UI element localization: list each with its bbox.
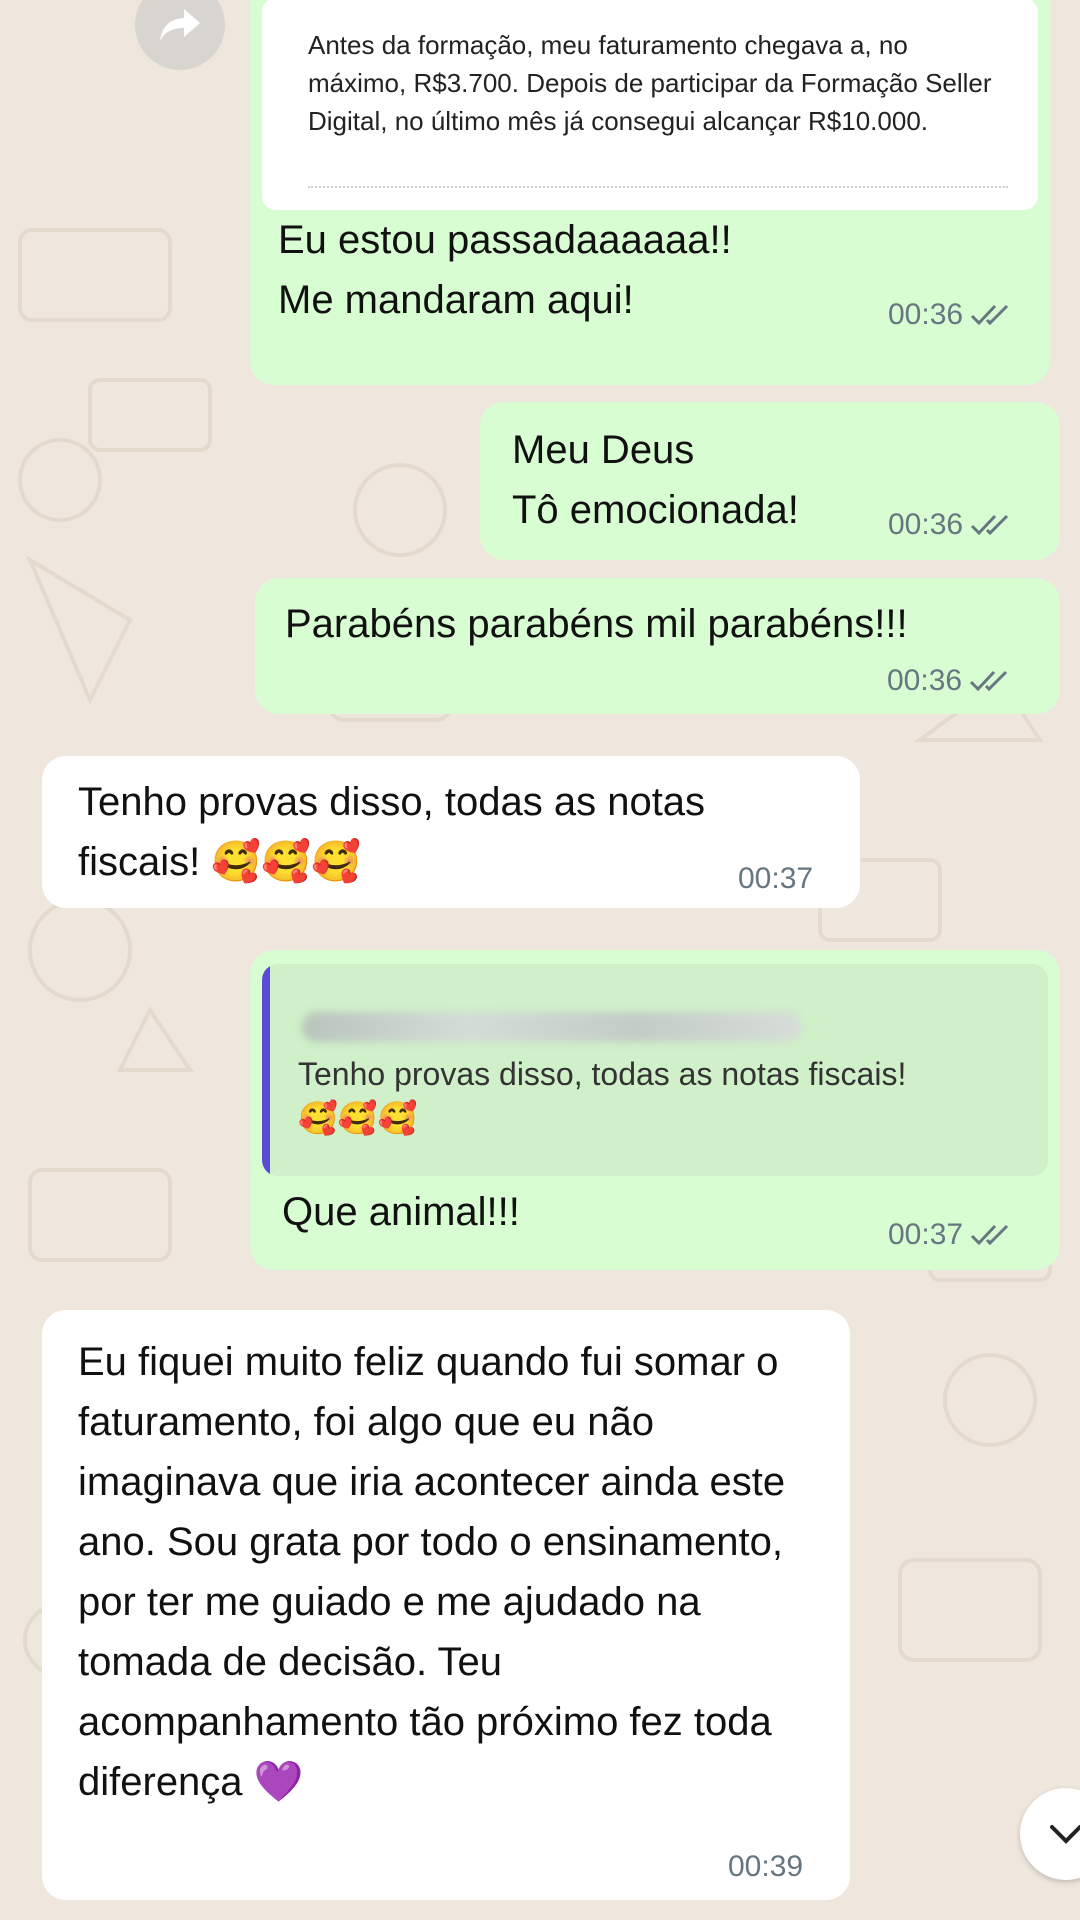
- message-time: 00:36: [888, 298, 964, 331]
- message-meta: 00:39: [728, 1850, 803, 1884]
- message-time: 00:37: [888, 1218, 964, 1251]
- forward-button[interactable]: [135, 0, 225, 70]
- scroll-to-bottom-button[interactable]: [1020, 1788, 1080, 1880]
- message-text: Tenho provas disso, todas as notas fisca…: [78, 780, 706, 884]
- reply-preview-emojis: 🥰🥰🥰: [298, 1100, 418, 1136]
- message-text: Eu fiquei muito feliz quando fui somar o…: [78, 1340, 786, 1804]
- double-check-icon: [971, 514, 1009, 536]
- message-meta: 00:37: [738, 862, 813, 896]
- message-meta: 00:36: [888, 508, 1015, 542]
- double-check-icon: [971, 304, 1009, 326]
- message-text: Parabéns parabéns mil parabéns!!!: [285, 602, 908, 646]
- message-bubble-outgoing[interactable]: Tenho provas disso, todas as notas fisca…: [250, 950, 1060, 1270]
- chevron-down-icon: [1050, 1825, 1080, 1844]
- message-time: 00:37: [738, 862, 814, 895]
- message-bubble-incoming[interactable]: Eu fiquei muito feliz quando fui somar o…: [42, 1310, 850, 1900]
- quoted-post-text: Antes da formação, meu faturamento chega…: [308, 30, 992, 136]
- message-bubble-outgoing[interactable]: Antes da formação, meu faturamento chega…: [250, 0, 1050, 385]
- double-check-icon: [970, 670, 1008, 692]
- reply-preview-text: Tenho provas disso, todas as notas fisca…: [298, 1052, 1038, 1140]
- message-time: 00:36: [888, 508, 964, 541]
- message-time: 00:39: [728, 1850, 804, 1883]
- quoted-post-card[interactable]: Antes da formação, meu faturamento chega…: [262, 0, 1038, 210]
- message-bubble-incoming[interactable]: Tenho provas disso, todas as notas fisca…: [42, 756, 860, 908]
- double-check-icon: [971, 1224, 1009, 1246]
- message-bubble-outgoing[interactable]: Parabéns parabéns mil parabéns!!! 00:36: [255, 578, 1060, 714]
- message-text: Meu Deus Tô emocionada!: [512, 428, 799, 532]
- reply-preview[interactable]: Tenho provas disso, todas as notas fisca…: [262, 964, 1048, 1176]
- message-bubble-outgoing[interactable]: Meu Deus Tô emocionada! 00:36: [480, 402, 1060, 560]
- message-text: Que animal!!!: [282, 1190, 520, 1234]
- reply-accent-bar: [262, 964, 270, 1176]
- message-time: 00:36: [887, 664, 963, 697]
- reply-author-name-blurred: [302, 1012, 802, 1042]
- forward-arrow-icon: [160, 9, 200, 41]
- reply-preview-line: Tenho provas disso, todas as notas fisca…: [298, 1056, 907, 1092]
- message-meta: 00:36: [887, 664, 1014, 698]
- message-meta: 00:37: [888, 1218, 1015, 1252]
- quoted-post-divider: [308, 186, 1008, 188]
- message-meta: 00:36: [888, 298, 1015, 332]
